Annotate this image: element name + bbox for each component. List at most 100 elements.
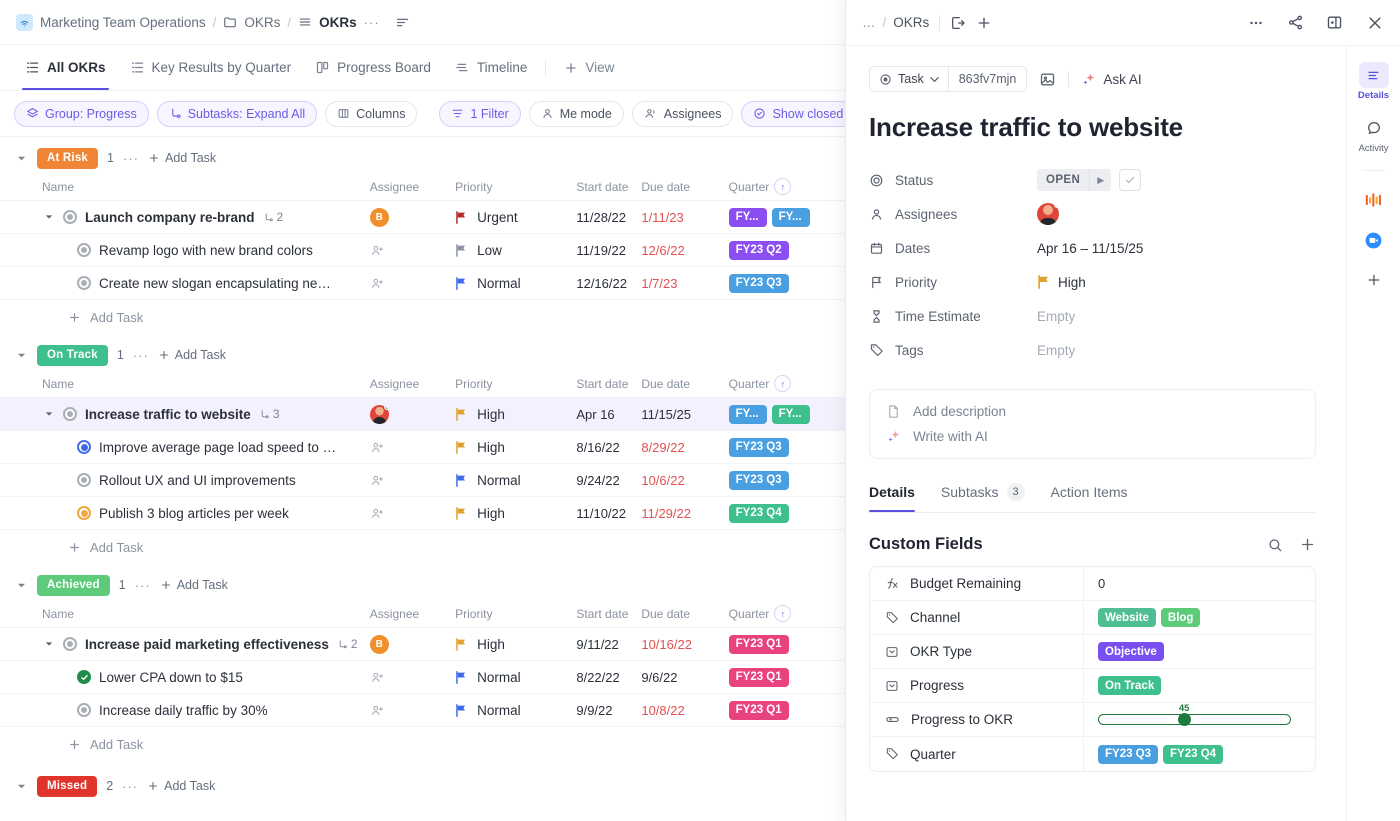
table-row[interactable]: Launch company re-brand 2 B Urgent 11/28… — [0, 201, 845, 234]
tab-details[interactable]: Details — [869, 484, 915, 512]
add-custom-field-icon[interactable] — [1299, 536, 1316, 553]
avatar[interactable]: B — [369, 207, 389, 227]
status-circle-icon[interactable] — [63, 407, 77, 421]
row-name-cell[interactable]: Lower CPA down to $15 — [42, 670, 370, 685]
add-task-row[interactable]: Add Task — [0, 300, 845, 334]
row-start-date[interactable]: Apr 16 — [576, 407, 641, 422]
status-circle-icon[interactable] — [77, 243, 91, 257]
col-start-date[interactable]: Start date — [576, 377, 641, 391]
rail-item-zoom[interactable] — [1353, 221, 1395, 259]
field-value[interactable]: High — [1037, 275, 1086, 290]
row-priority-cell[interactable]: Normal — [455, 473, 576, 488]
breadcrumb-list[interactable]: OKRs — [319, 15, 357, 30]
row-quarter-cell[interactable]: FY23 Q1 — [728, 667, 845, 687]
sort-asc-icon[interactable]: ↑ — [774, 178, 792, 195]
status-circle-icon[interactable] — [77, 473, 91, 487]
sort-asc-icon[interactable]: ↑ — [774, 605, 792, 622]
toggle-sidebar-icon[interactable] — [1326, 14, 1343, 31]
cover-image-icon[interactable] — [1039, 71, 1056, 88]
col-start-date[interactable]: Start date — [576, 607, 641, 621]
show-closed-chip[interactable]: Show closed — [741, 100, 845, 127]
add-task-row[interactable]: Add Task — [0, 530, 845, 564]
status-circle-icon[interactable] — [77, 670, 91, 684]
row-name-cell[interactable]: Revamp logo with new brand colors — [42, 243, 370, 258]
col-quarter[interactable]: Quarter ↑ — [729, 178, 845, 195]
status-badge[interactable]: OPEN ▶ — [1037, 169, 1112, 191]
breadcrumb-ellipsis[interactable]: … — [862, 15, 876, 30]
row-assignee-cell[interactable]: B — [369, 207, 455, 227]
row-start-date[interactable]: 8/16/22 — [576, 440, 641, 455]
sort-asc-icon[interactable]: ↑ — [774, 375, 792, 392]
collapse-caret-icon[interactable] — [14, 581, 28, 590]
col-quarter[interactable]: Quarter ↑ — [729, 375, 845, 392]
task-id[interactable]: 863fv7mjn — [947, 66, 1028, 92]
group-status-badge[interactable]: Missed — [37, 775, 98, 797]
row-priority-cell[interactable]: Normal — [455, 276, 576, 291]
row-start-date[interactable]: 9/24/22 — [576, 473, 641, 488]
row-due-date[interactable]: 9/6/22 — [641, 670, 728, 685]
group-more-icon[interactable]: ··· — [133, 348, 149, 363]
row-start-date[interactable]: 8/22/22 — [576, 670, 641, 685]
custom-field-value[interactable]: 0 — [1084, 576, 1315, 591]
row-quarter-cell[interactable]: FY... FY... — [728, 207, 845, 227]
breadcrumb-workspace[interactable]: Marketing Team Operations — [40, 15, 206, 30]
table-row[interactable]: Publish 3 blog articles per week High 11… — [0, 497, 845, 530]
subtasks-chip[interactable]: Subtasks: Expand All — [156, 100, 318, 127]
col-priority[interactable]: Priority — [455, 180, 576, 194]
row-due-date[interactable]: 12/6/22 — [641, 243, 728, 258]
group-status-badge[interactable]: On Track — [37, 344, 108, 366]
row-assignee-cell[interactable] — [370, 276, 455, 291]
row-start-date[interactable]: 12/16/22 — [576, 276, 641, 291]
status-circle-icon[interactable] — [77, 506, 91, 520]
add-assignee-icon[interactable] — [370, 506, 385, 521]
table-row[interactable]: Increase daily traffic by 30% Normal 9/9… — [0, 694, 845, 727]
custom-field-value[interactable]: On Track — [1084, 676, 1315, 695]
group-more-icon[interactable]: ··· — [135, 578, 151, 593]
col-due-date[interactable]: Due date — [641, 377, 728, 391]
row-due-date[interactable]: 10/16/22 — [641, 637, 728, 652]
custom-field-value[interactable]: FY23 Q3 FY23 Q4 — [1084, 744, 1315, 764]
table-row[interactable]: Improve average page load speed to … Hig… — [0, 431, 845, 464]
rail-item-chart[interactable] — [1353, 181, 1395, 219]
breadcrumb-more-icon[interactable]: ··· — [364, 15, 380, 30]
add-description-button[interactable]: Add description — [886, 404, 1299, 419]
row-start-date[interactable]: 9/11/22 — [576, 637, 641, 652]
add-assignee-icon[interactable] — [370, 440, 385, 455]
row-quarter-cell[interactable]: FY23 Q1 — [728, 700, 845, 720]
row-due-date[interactable]: 10/6/22 — [641, 473, 728, 488]
group-add-task-button[interactable]: Add Task — [160, 578, 228, 592]
col-due-date[interactable]: Due date — [641, 180, 728, 194]
tab-subtasks[interactable]: Subtasks 3 — [941, 483, 1025, 512]
status-circle-icon[interactable] — [77, 276, 91, 290]
col-assignee[interactable]: Assignee — [370, 607, 455, 621]
row-name-cell[interactable]: Increase daily traffic by 30% — [42, 703, 370, 718]
row-name-cell[interactable]: Create new slogan encapsulating ne… — [42, 276, 370, 291]
add-task-row[interactable]: Add Task — [0, 727, 845, 761]
row-start-date[interactable]: 11/10/22 — [576, 506, 641, 521]
row-due-date[interactable]: 8/29/22 — [641, 440, 728, 455]
row-expand-caret-icon[interactable] — [42, 640, 55, 648]
table-row[interactable]: Lower CPA down to $15 Normal 8/22/22 9/6… — [0, 661, 845, 694]
me-mode-chip[interactable]: Me mode — [528, 100, 624, 127]
col-quarter[interactable]: Quarter ↑ — [729, 605, 845, 622]
field-value[interactable]: Empty — [1037, 343, 1075, 358]
row-assignee-cell[interactable] — [370, 440, 455, 455]
col-assignee[interactable]: Assignee — [370, 180, 455, 194]
table-row[interactable]: Increase paid marketing effectiveness 2 … — [0, 628, 845, 661]
custom-field-row[interactable]: Progress to OKR 45 — [870, 702, 1315, 737]
col-name[interactable]: Name — [42, 607, 370, 621]
row-priority-cell[interactable]: High — [455, 506, 576, 521]
row-quarter-cell[interactable]: FY23 Q1 — [728, 634, 845, 654]
assignees-chip[interactable]: Assignees — [631, 100, 734, 127]
avatar[interactable]: B — [369, 634, 389, 654]
add-assignee-icon[interactable] — [370, 243, 385, 258]
tab-all-okrs[interactable]: All OKRs — [14, 46, 117, 90]
row-quarter-cell[interactable]: FY23 Q3 — [728, 273, 845, 293]
task-title[interactable]: Increase traffic to website — [869, 112, 1316, 143]
row-name-cell[interactable]: Improve average page load speed to … — [42, 440, 370, 455]
row-start-date[interactable]: 11/19/22 — [576, 243, 641, 258]
status-circle-icon[interactable] — [77, 703, 91, 717]
row-assignee-cell[interactable] — [370, 670, 455, 685]
custom-field-row[interactable]: Quarter FY23 Q3 FY23 Q4 — [870, 737, 1315, 771]
row-start-date[interactable]: 11/28/22 — [576, 210, 641, 225]
